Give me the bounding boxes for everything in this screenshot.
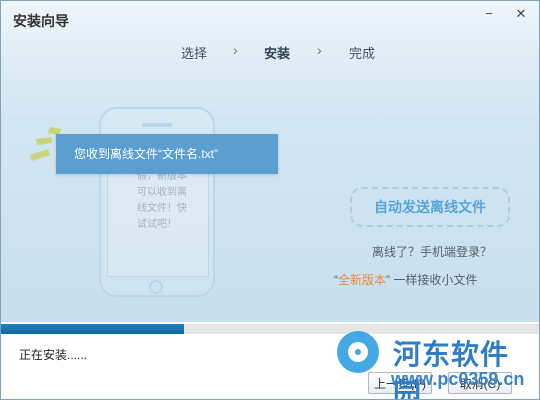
step-finish: 完成 [349,46,376,61]
previous-button[interactable]: 上一步(P) [368,372,432,394]
status-text: 正在安装...... [19,348,88,362]
new-version-note: “全新版本” 一样接收小文件 [334,271,477,288]
new-version-highlight: 全新版本 [338,273,387,287]
install-progress-bar [1,324,539,334]
minimize-icon[interactable]: − [476,5,502,23]
speaker-icon [142,123,172,127]
title-bar: 安装向导 − ✕ [1,1,539,37]
offline-question: 离线了？手机端登录？ [372,245,493,259]
window-title: 安装向导 [13,13,69,29]
footer: 正在安装...... 上一步(P) 取消(C) [1,334,539,399]
installer-window: 安装向导 − ✕ 选择 › 安装 › 完成 我正在休假，新版本可以收到离线文件！… [0,0,540,400]
content-area: 安装向导 − ✕ 选择 › 安装 › 完成 我正在休假，新版本可以收到离线文件！… [1,1,539,322]
auto-send-offline-button: 自动发送离线文件 [350,187,510,227]
progress-fill [1,324,184,334]
step-select: 选择 [181,46,208,61]
cancel-button[interactable]: 取消(C) [448,372,512,394]
new-version-suffix: ” 一样接收小文件 [386,273,478,287]
step-install: 安装 [264,46,291,61]
chevron-right-icon: › [317,42,322,58]
close-icon[interactable]: ✕ [508,5,534,23]
home-button-icon [149,280,163,294]
step-indicator: 选择 › 安装 › 完成 [1,42,539,65]
file-received-banner: 您收到离线文件“文件名.txt” [56,134,278,174]
chevron-right-icon: › [233,42,238,58]
